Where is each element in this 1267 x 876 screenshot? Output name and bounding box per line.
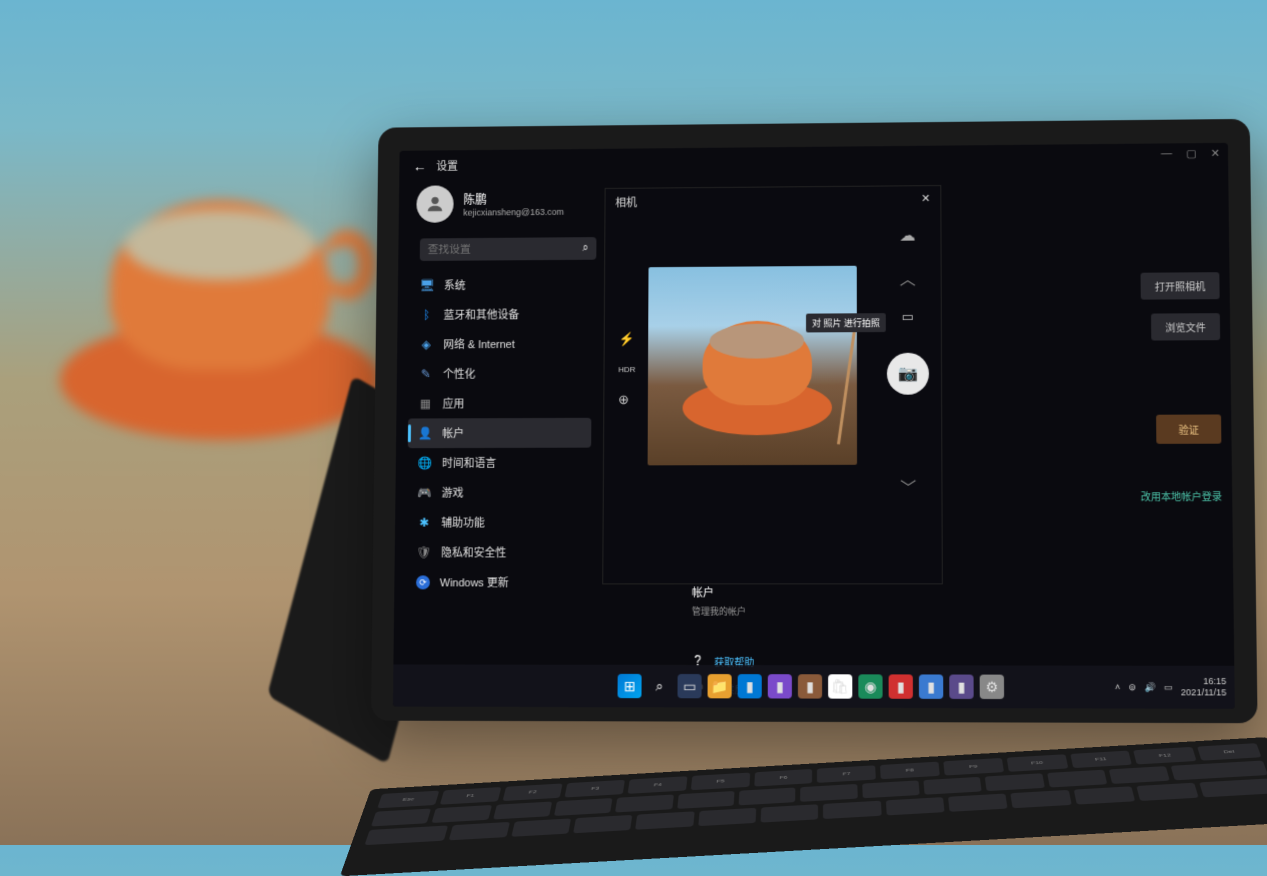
sidebar-item-10[interactable]: ⟳ Windows 更新 [406, 567, 590, 597]
maximize-icon[interactable]: ▢ [1186, 147, 1197, 160]
sidebar-item-label: 时间和语言 [442, 455, 496, 471]
sidebar-item-5[interactable]: 👤 帐户 [408, 418, 592, 448]
sidebar-item-0[interactable]: 🖥 系统 [410, 270, 593, 301]
user-name: 陈鹏 [463, 190, 564, 207]
camera-left-controls: ⚡ HDR ⊕ [618, 331, 636, 407]
account-actions: 打开照相机 浏览文件 验证 改用本地帐户登录 [1139, 272, 1223, 503]
user-email: kejicxiansheng@163.com [463, 206, 564, 217]
sidebar-icon-3: ✎ [418, 367, 433, 382]
sidebar-item-label: 个性化 [443, 366, 476, 382]
volume-icon[interactable]: 🔊 [1144, 682, 1156, 693]
sidebar-icon-10: ⟳ [416, 575, 430, 589]
hdr-icon[interactable]: HDR [618, 365, 635, 374]
account-subheading: 管理我的帐户 [692, 604, 755, 617]
camera-right-controls: ☁ ︿ ▭ 📷 ﹀ [887, 226, 930, 499]
start-button[interactable]: ⊞ [618, 674, 642, 698]
sidebar-icon-0: 🖥 [419, 278, 434, 293]
clock-date: 2021/11/15 [1181, 687, 1227, 698]
back-icon[interactable]: ← [413, 158, 427, 174]
app-icon-2[interactable]: ▮ [768, 674, 792, 698]
camera-tooltip: 对 照片 进行拍照 [806, 313, 886, 332]
keyboard: EscF1F2F3F4F5F6F7F8F9F10F11F12Del [340, 737, 1267, 876]
background-coffee-cup [90, 200, 350, 420]
sidebar-item-3[interactable]: ✎ 个性化 [408, 358, 591, 389]
app-icon-6[interactable]: ▮ [949, 675, 973, 699]
camera-title: 相机 [615, 195, 637, 211]
sidebar-icon-1: ᛒ [419, 307, 434, 322]
app-icon-5[interactable]: ▮ [919, 674, 943, 698]
cloud-icon[interactable]: ☁ [900, 226, 916, 246]
sidebar-item-7[interactable]: 🎮 游戏 [407, 477, 591, 507]
camera-icon: 📷 [898, 364, 918, 384]
battery-icon[interactable]: ▭ [1164, 682, 1173, 693]
wifi-icon[interactable]: ⊚ [1128, 681, 1136, 692]
app-icon-1[interactable]: ▮ [738, 674, 762, 698]
sidebar-icon-5: 👤 [418, 426, 433, 441]
zoom-icon[interactable]: ⊕ [618, 392, 635, 408]
edge-icon[interactable]: ◉ [858, 674, 882, 698]
sidebar-item-1[interactable]: ᛒ 蓝牙和其他设备 [409, 299, 592, 330]
clock-time: 16:15 [1181, 676, 1227, 687]
sidebar-item-label: 系统 [444, 277, 466, 293]
sidebar-item-label: 蓝牙和其他设备 [444, 306, 520, 322]
main-content: 打开照相机 浏览文件 验证 改用本地帐户登录 相机 ✕ ⚡ HDR ⊕ [622, 183, 1225, 699]
shutter-button[interactable]: 📷 [887, 353, 929, 395]
avatar [416, 185, 454, 222]
explorer-icon[interactable]: 📁 [708, 674, 732, 698]
sidebar-item-label: 应用 [443, 396, 465, 412]
search-input[interactable] [428, 243, 583, 256]
minimize-icon[interactable]: — [1161, 147, 1172, 160]
sidebar-item-label: 隐私和安全性 [441, 544, 506, 560]
app-icon-3[interactable]: ▮ [798, 674, 822, 698]
window-controls[interactable]: — ▢ ✕ [1161, 147, 1220, 160]
verify-button[interactable]: 验证 [1156, 414, 1221, 443]
app-icon-4[interactable]: ▮ [889, 674, 913, 698]
chevron-down-icon[interactable]: ﹀ [900, 475, 916, 499]
sidebar-item-9[interactable]: 🛡 隐私和安全性 [406, 537, 590, 567]
local-account-link[interactable]: 改用本地帐户登录 [1141, 488, 1223, 503]
open-camera-button[interactable]: 打开照相机 [1141, 272, 1220, 299]
video-mode-icon[interactable]: ▭ [902, 309, 914, 325]
screen: ← 设置 — ▢ ✕ 陈鹏 kejicxiansheng@163.com ⌕ 🖥… [393, 143, 1235, 709]
taskbar: ⊞ ⌕ ▭ 📁 ▮ ▮ ▮ 🛍 ◉ ▮ ▮ ▮ ⚙ ˄ ⊚ 🔊 ▭ 16:15 … [393, 664, 1235, 708]
system-tray[interactable]: ˄ ⊚ 🔊 ▭ 16:15 2021/11/15 [1115, 666, 1227, 709]
store-icon[interactable]: 🛍 [828, 674, 852, 698]
sidebar: 🖥 系统 ᛒ 蓝牙和其他设备 ◈ 网络 & Internet ✎ 个性化 ▦ 应用 👤 帐户 🌐 时间和语… [394, 269, 604, 597]
sidebar-icon-6: 🌐 [417, 456, 432, 471]
tray-chevron-icon[interactable]: ˄ [1115, 682, 1120, 692]
tablet-device: ← 设置 — ▢ ✕ 陈鹏 kejicxiansheng@163.com ⌕ 🖥… [371, 119, 1258, 723]
sidebar-icon-4: ▦ [418, 396, 433, 411]
search-icon[interactable]: ⌕ [582, 242, 588, 255]
sidebar-item-label: 辅助功能 [441, 515, 485, 531]
account-heading: 帐户 [692, 584, 754, 600]
sidebar-item-label: Windows 更新 [440, 574, 509, 590]
sidebar-icon-9: 🛡 [416, 545, 431, 560]
sidebar-icon-8: ✱ [417, 515, 432, 530]
sidebar-item-2[interactable]: ◈ 网络 & Internet [409, 329, 592, 360]
close-icon[interactable]: ✕ [1211, 147, 1220, 160]
sidebar-item-label: 游戏 [442, 485, 464, 501]
sidebar-item-4[interactable]: ▦ 应用 [408, 388, 591, 418]
browse-files-button[interactable]: 浏览文件 [1151, 313, 1220, 340]
sidebar-icon-2: ◈ [419, 337, 434, 352]
flash-icon[interactable]: ⚡ [618, 331, 635, 347]
app-title: 设置 [436, 158, 458, 174]
sidebar-item-label: 帐户 [442, 425, 464, 441]
camera-close-icon[interactable]: ✕ [921, 192, 930, 208]
taskview-icon[interactable]: ▭ [677, 674, 701, 698]
search-taskbar-icon[interactable]: ⌕ [647, 674, 671, 698]
camera-viewport [648, 266, 857, 466]
camera-window: 相机 ✕ ⚡ HDR ⊕ ☁ ︿ ▭ 📷 ﹀ 对 照片 [602, 185, 943, 584]
chevron-up-icon[interactable]: ︿ [900, 265, 916, 289]
sidebar-item-6[interactable]: 🌐 时间和语言 [407, 448, 591, 478]
sidebar-item-label: 网络 & Internet [443, 336, 515, 352]
search-box[interactable]: ⌕ [420, 237, 597, 261]
settings-icon[interactable]: ⚙ [980, 675, 1004, 699]
sidebar-item-8[interactable]: ✱ 辅助功能 [407, 507, 591, 537]
sidebar-icon-7: 🎮 [417, 485, 432, 500]
